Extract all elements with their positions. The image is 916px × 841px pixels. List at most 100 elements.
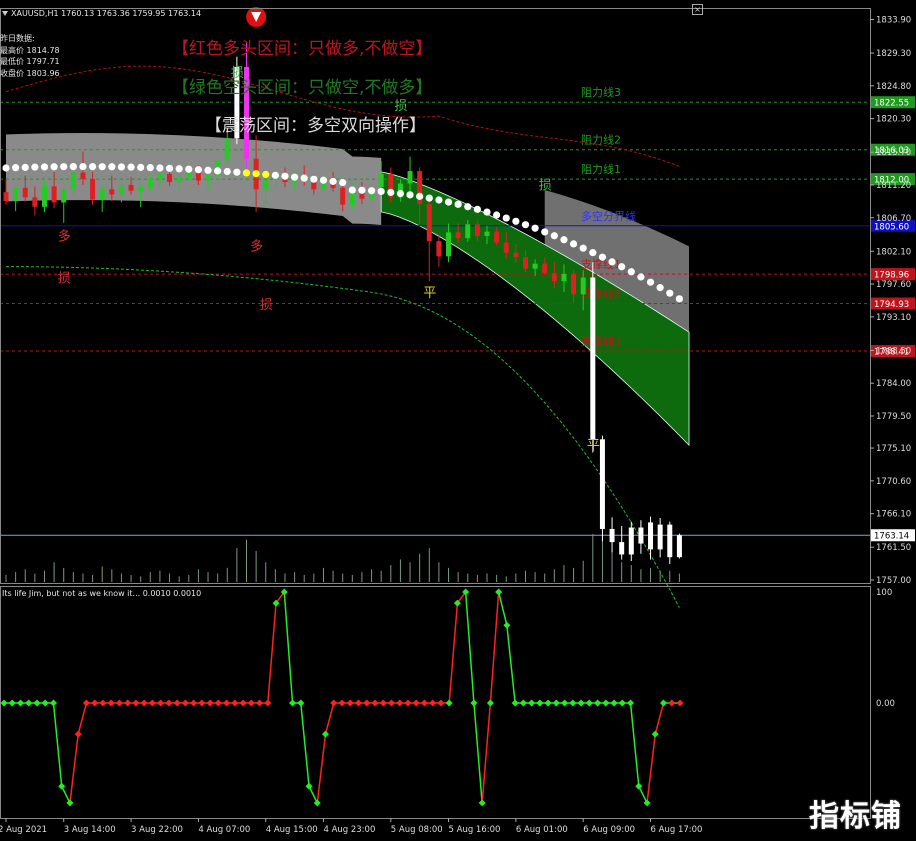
trend-dot (329, 177, 337, 185)
trend-dot (281, 172, 289, 180)
candle-body (590, 277, 596, 440)
current-price-tag: 1763.14 (874, 532, 909, 542)
x-tick-label: 5 Aug 16:00 (449, 825, 501, 835)
candle-body (638, 527, 644, 544)
candle-body (474, 224, 480, 236)
candle-body (128, 184, 134, 191)
candle-body (407, 171, 413, 184)
y-tick-label: 1833.90 (876, 16, 911, 26)
candle-body (51, 186, 57, 203)
trend-dot (223, 167, 231, 176)
x-tick-label: 4 Aug 07:00 (198, 825, 250, 835)
trend-dot (425, 194, 433, 202)
candle-body (667, 524, 673, 558)
trend-dot (98, 163, 106, 171)
trend-dot (646, 278, 655, 286)
level-label-0: 阻力线3 (581, 85, 621, 99)
trend-dot (387, 188, 395, 196)
candle-body (561, 273, 567, 282)
candle-body (513, 252, 519, 258)
trend-dot (367, 187, 376, 195)
trend-dot (444, 198, 453, 206)
candle-body (340, 187, 346, 205)
candle-body (455, 232, 461, 239)
candle-body (484, 231, 490, 236)
candle (590, 262, 596, 453)
y-tick-label: 1829.30 (876, 49, 911, 59)
y-tick-label: 1770.60 (876, 477, 911, 487)
trend-dot (204, 166, 212, 174)
trend-dot (406, 191, 414, 199)
zone-red-text: 【红色多头区间：只做多,不做空】 (172, 39, 433, 59)
y-tick-label: 1788.50 (876, 346, 911, 356)
yesterday-low: 最低价 1797.71 (0, 57, 60, 66)
candle (599, 435, 605, 542)
trend-dot (464, 203, 472, 211)
trend-dot (493, 211, 501, 219)
x-tick-label: 6 Aug 01:00 (516, 825, 568, 835)
trend-dot (521, 221, 530, 229)
osc-y-tick-label: 0.00 (876, 699, 895, 709)
zone-green-text: 【绿色空头区间：只做空,不做多】 (172, 78, 433, 98)
level-price-tag-3: 1805.60 (874, 222, 909, 232)
trend-dot (541, 228, 549, 236)
y-tick-label: 1757.00 (876, 576, 911, 586)
trend-dot (589, 249, 597, 257)
trend-dot (358, 186, 366, 194)
trend-dot (339, 178, 347, 187)
y-tick-label: 1820.30 (876, 115, 911, 125)
candle-body (41, 186, 47, 207)
trend-dot (435, 196, 443, 204)
candle-body (32, 197, 38, 207)
trend-dot (656, 284, 664, 292)
candle-body (599, 439, 605, 529)
trend-dot (560, 236, 568, 244)
trend-dot (675, 295, 684, 303)
candle-body (224, 138, 230, 161)
candle-body (195, 172, 201, 181)
candle-body (147, 179, 153, 188)
y-tick-label: 1806.70 (876, 214, 911, 224)
x-tick-label: 3 Aug 14:00 (64, 825, 116, 835)
candle-body (551, 273, 557, 282)
candle-body (22, 187, 28, 198)
signal-label-6: 损 (260, 298, 273, 313)
candle-body (542, 263, 548, 274)
candle-body (436, 241, 442, 257)
trend-dot (579, 244, 587, 252)
candle-body (609, 528, 615, 543)
candle-body (580, 277, 586, 295)
candle-body (13, 187, 19, 201)
trend-dot (214, 167, 222, 175)
yesterday-panel: 昨日数据: 最高价 1814.78 最低价 1797.71 收盘价 1803.9… (0, 33, 60, 79)
candle-body (80, 172, 86, 180)
candle-body (522, 257, 528, 269)
trend-dot (348, 186, 356, 194)
close-icon[interactable]: × (692, 4, 703, 15)
trend-dot (271, 171, 279, 179)
trend-dot (175, 165, 183, 173)
trend-dot (21, 163, 29, 171)
trend-dot (252, 170, 260, 178)
candle-body (378, 174, 384, 188)
x-tick-label: 4 Aug 23:00 (323, 825, 375, 835)
trend-dot (194, 166, 202, 174)
trend-dot (156, 164, 164, 172)
trend-dot (165, 164, 174, 172)
symbol-line: XAUUSD,H1 1760.13 1763.36 1759.95 1763.1… (11, 9, 202, 18)
y-tick-label: 1784.00 (876, 379, 911, 389)
trend-dot (137, 163, 145, 171)
candle-body (90, 179, 96, 200)
candle-body (138, 187, 144, 191)
trend-dot (300, 174, 308, 182)
candle-body (426, 203, 432, 242)
x-tick-label: 3 Aug 22:00 (131, 825, 183, 835)
candle-body (571, 273, 577, 295)
trend-dot (310, 175, 318, 183)
y-tick-label: 1793.10 (876, 313, 911, 323)
dropdown-arrow-icon[interactable] (2, 11, 8, 16)
candle-body (619, 542, 625, 555)
trend-dot (569, 240, 578, 248)
trend-dot (233, 168, 241, 176)
trend-dot (69, 163, 77, 171)
